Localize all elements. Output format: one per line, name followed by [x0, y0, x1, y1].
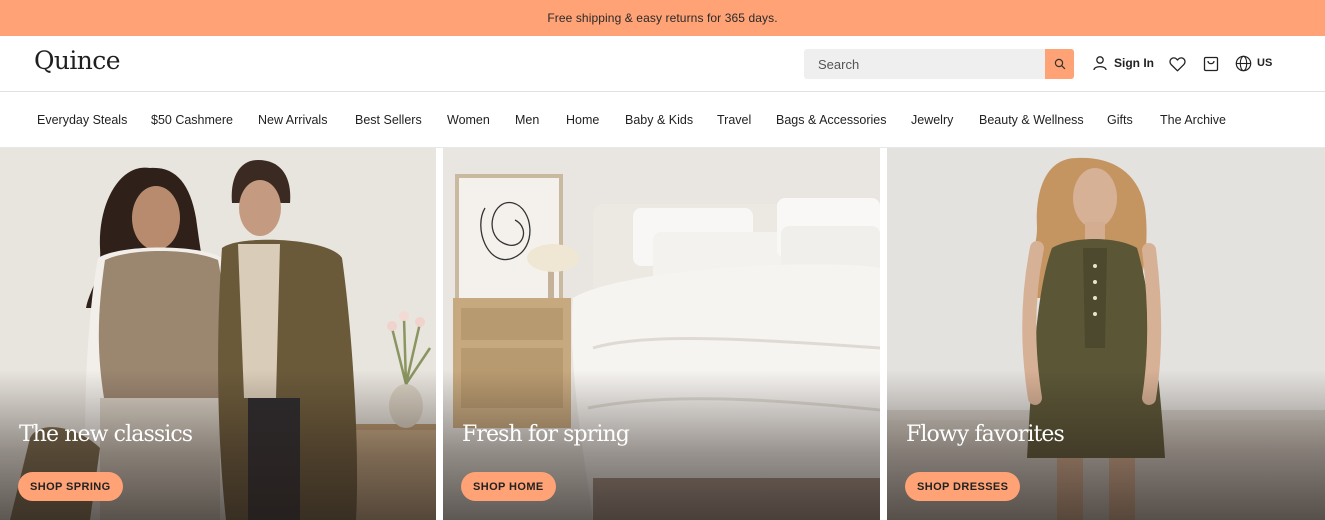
- tile-title: Flowy favorites: [906, 422, 1065, 447]
- nav-item-the-archive[interactable]: The Archive: [1160, 113, 1226, 127]
- shop-dresses-button[interactable]: SHOP DRESSES: [905, 472, 1021, 501]
- cart-button[interactable]: [1201, 54, 1221, 74]
- globe-icon: [1235, 55, 1252, 71]
- wishlist-button[interactable]: [1167, 54, 1187, 74]
- nav-item-jewelry[interactable]: Jewelry: [911, 113, 953, 127]
- sign-in-label: Sign In: [1114, 56, 1154, 70]
- nav-item-gifts[interactable]: Gifts: [1107, 113, 1133, 127]
- nav-item-new-arrivals[interactable]: New Arrivals: [258, 113, 327, 127]
- search-input[interactable]: [804, 49, 1045, 79]
- search-box: [804, 49, 1074, 79]
- site-header: Quince Sign In US: [0, 36, 1325, 92]
- hero-tiles: The new classics SHOP SPRING Fresh for s…: [0, 148, 1325, 520]
- nav-item-best-sellers[interactable]: Best Sellers: [355, 113, 422, 127]
- nav-item-bags-accessories[interactable]: Bags & Accessories: [776, 113, 886, 127]
- shop-home-button[interactable]: SHOP HOME: [461, 472, 556, 501]
- search-icon: [1054, 58, 1065, 70]
- promo-banner: Free shipping & easy returns for 365 day…: [0, 0, 1325, 36]
- region-selector[interactable]: US: [1235, 53, 1272, 73]
- nav-item-everyday-steals[interactable]: Everyday Steals: [37, 113, 127, 127]
- logo[interactable]: Quince: [34, 46, 120, 75]
- user-icon: [1093, 56, 1107, 71]
- nav-item-travel[interactable]: Travel: [717, 113, 751, 127]
- nav-item-beauty-wellness[interactable]: Beauty & Wellness: [979, 113, 1084, 127]
- nav-item-50-cashmere[interactable]: $50 Cashmere: [151, 113, 233, 127]
- nav-item-home[interactable]: Home: [566, 113, 599, 127]
- cart-icon: [1203, 56, 1219, 72]
- nav-item-women[interactable]: Women: [447, 113, 490, 127]
- main-nav: Everyday Steals $50 Cashmere New Arrival…: [0, 92, 1325, 148]
- shop-spring-button[interactable]: SHOP SPRING: [18, 472, 123, 501]
- region-label: US: [1257, 57, 1273, 69]
- nav-item-men[interactable]: Men: [515, 113, 539, 127]
- nav-item-baby-kids[interactable]: Baby & Kids: [625, 113, 693, 127]
- tile-fresh-for-spring[interactable]: Fresh for spring SHOP HOME: [443, 148, 880, 520]
- tile-title: Fresh for spring: [462, 422, 630, 447]
- heart-icon: [1168, 56, 1186, 71]
- search-button[interactable]: [1045, 49, 1074, 79]
- tile-flowy-favorites[interactable]: Flowy favorites SHOP DRESSES: [887, 148, 1325, 520]
- tile-title: The new classics: [19, 422, 193, 447]
- promo-text: Free shipping & easy returns for 365 day…: [547, 11, 778, 25]
- sign-in-button[interactable]: Sign In: [1092, 53, 1154, 73]
- tile-new-classics[interactable]: The new classics SHOP SPRING: [0, 148, 436, 520]
